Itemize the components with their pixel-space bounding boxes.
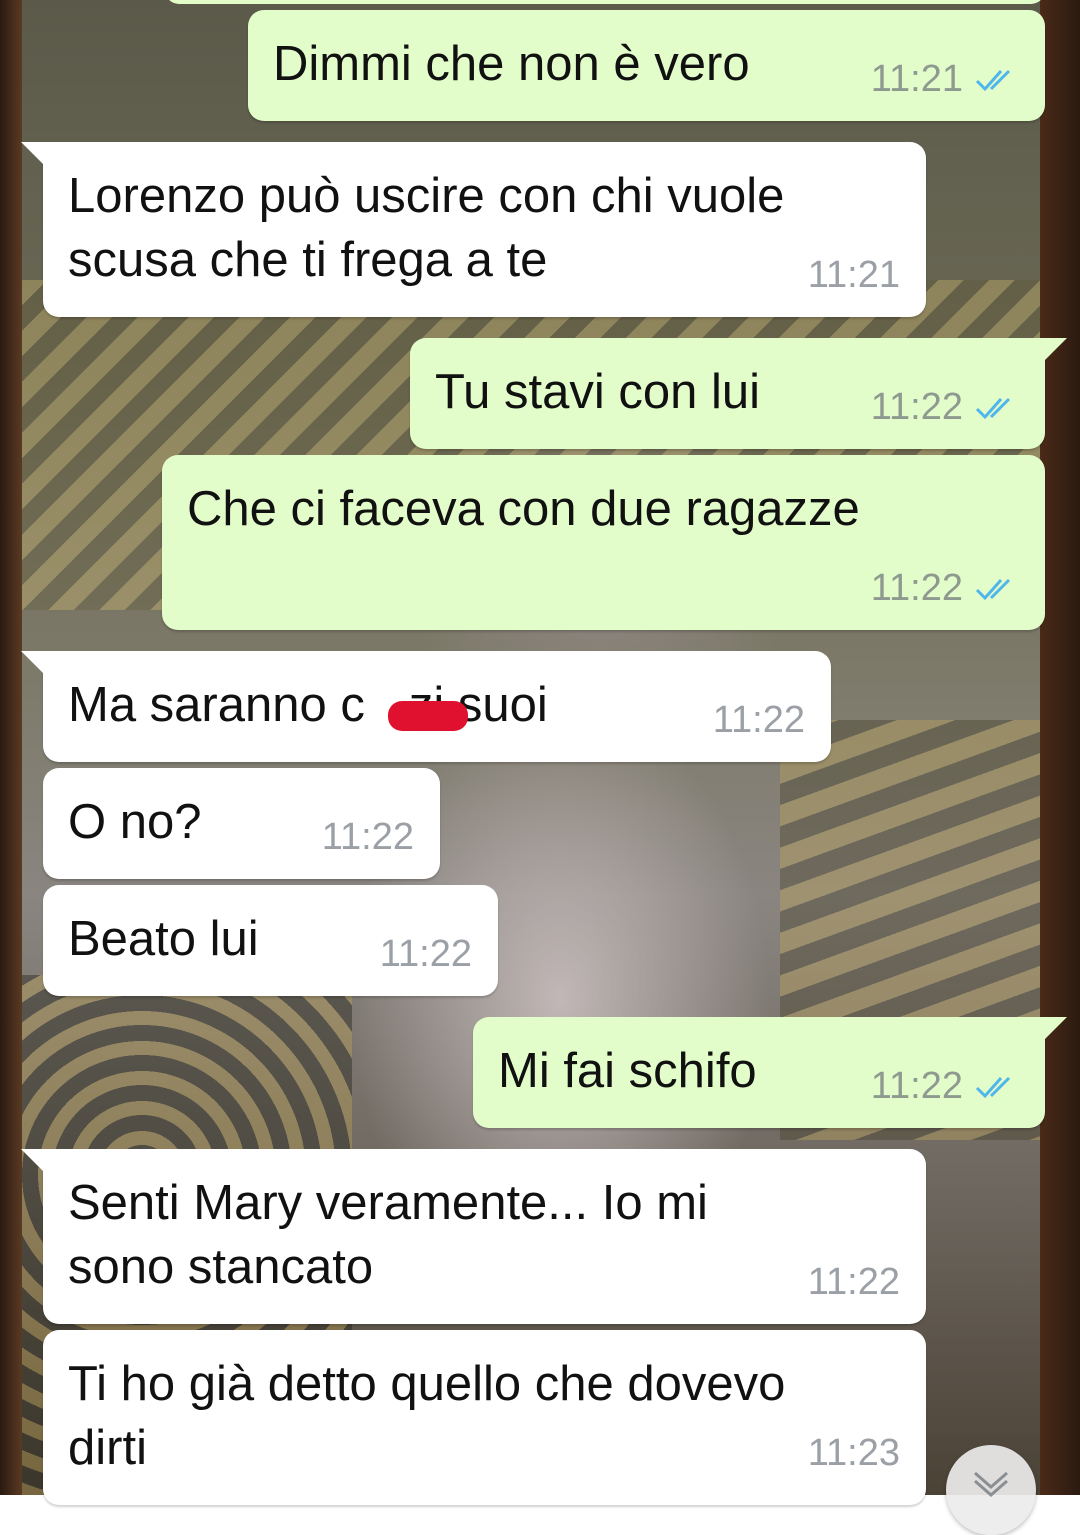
scroll-to-bottom-button[interactable] bbox=[946, 1445, 1036, 1535]
message-meta: 11:22 bbox=[322, 816, 414, 859]
message-time: 11:22 bbox=[870, 386, 963, 428]
message-bubble-outgoing[interactable]: Che ci faceva con due ragazze 11:22 bbox=[162, 455, 1045, 630]
message-bubble-incoming[interactable]: Ti ho già detto quello che dovevo dirti … bbox=[43, 1330, 926, 1505]
message-time: 11:21 bbox=[807, 254, 900, 296]
redaction-mark bbox=[388, 701, 468, 731]
message-bubble-outgoing[interactable]: Mi fai schifo 11:22 bbox=[473, 1017, 1067, 1128]
message-meta: 11:22 bbox=[871, 567, 1019, 610]
message-text: Ti ho già detto quello che dovevo dirti bbox=[68, 1357, 786, 1475]
message-time: 11:22 bbox=[870, 1065, 963, 1107]
message-bubble-incoming[interactable]: O no? 11:22 bbox=[43, 768, 440, 879]
message-meta: 11:22 bbox=[871, 1065, 1019, 1108]
message-text: Tu stavi con lui bbox=[435, 365, 760, 419]
wallpaper-frame bbox=[0, 0, 22, 1495]
message-bubble-incoming[interactable]: Ma saranno c zi suoi 11:22 bbox=[21, 651, 831, 762]
message-time: 11:21 bbox=[870, 58, 963, 100]
message-meta: 11:23 bbox=[808, 1432, 900, 1475]
message-text: Lorenzo può uscire con chi vuole scusa c… bbox=[68, 169, 785, 287]
message-text-part: Ma saranno c bbox=[68, 678, 365, 732]
message-time: 11:23 bbox=[807, 1432, 900, 1474]
double-check-icon bbox=[975, 1076, 1011, 1098]
previous-message-edge bbox=[165, 0, 1045, 4]
message-time: 11:22 bbox=[870, 567, 963, 609]
message-meta: 11:22 bbox=[871, 386, 1019, 429]
chevron-down-icon bbox=[974, 1471, 1008, 1497]
double-check-icon bbox=[975, 397, 1011, 419]
message-text: Ma saranno c zi suoi bbox=[68, 673, 548, 737]
wallpaper-frame bbox=[1040, 0, 1080, 1495]
message-bubble-outgoing[interactable]: Dimmi che non è vero 11:21 bbox=[248, 10, 1045, 121]
message-meta: 11:21 bbox=[871, 58, 1019, 101]
message-meta: 11:22 bbox=[808, 1261, 900, 1304]
message-meta: 11:22 bbox=[380, 933, 472, 976]
message-meta: 11:22 bbox=[713, 699, 805, 742]
message-time: 11:22 bbox=[321, 816, 414, 858]
message-text: Beato lui bbox=[68, 912, 259, 966]
message-text: Dimmi che non è vero bbox=[273, 37, 750, 91]
message-bubble-incoming[interactable]: Beato lui 11:22 bbox=[43, 885, 498, 996]
message-meta: 11:21 bbox=[808, 254, 900, 297]
message-bubble-outgoing[interactable]: Tu stavi con lui 11:22 bbox=[410, 338, 1067, 449]
message-text: O no? bbox=[68, 795, 202, 849]
double-check-icon bbox=[975, 69, 1011, 91]
message-time: 11:22 bbox=[807, 1261, 900, 1303]
double-check-icon bbox=[975, 578, 1011, 600]
message-bubble-incoming[interactable]: Senti Mary veramente... Io mi sono stanc… bbox=[21, 1149, 926, 1324]
message-bubble-incoming[interactable]: Lorenzo può uscire con chi vuole scusa c… bbox=[21, 142, 926, 317]
message-text: Che ci faceva con due ragazze bbox=[187, 482, 860, 536]
message-text: Mi fai schifo bbox=[498, 1044, 757, 1098]
message-time: 11:22 bbox=[379, 933, 472, 975]
message-time: 11:22 bbox=[712, 699, 805, 741]
message-text: Senti Mary veramente... Io mi sono stanc… bbox=[68, 1176, 708, 1294]
